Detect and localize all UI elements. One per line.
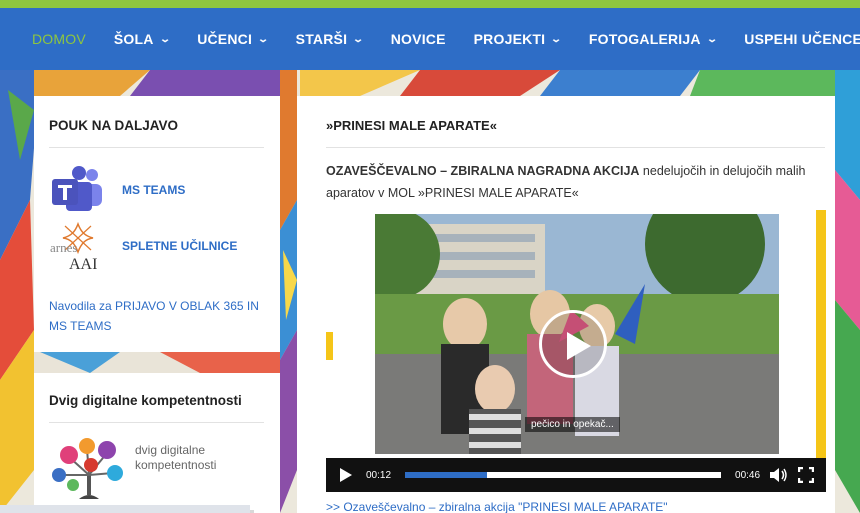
duration: 00:46 [735, 469, 761, 481]
nav-label: NOVICE [390, 31, 446, 47]
fullscreen-icon[interactable] [798, 467, 815, 483]
play-pause-button[interactable] [340, 468, 352, 482]
nav-item-sola[interactable]: ŠOLA ⌄ [113, 31, 171, 47]
chevron-down-icon: ⌄ [352, 33, 365, 45]
ms-teams-label[interactable]: MS TEAMS [122, 183, 185, 197]
article-link[interactable]: >> Ozaveščevalno – zbiralna akcija "PRIN… [326, 500, 668, 513]
yellow-accent-bar [816, 210, 826, 460]
main-navigation: DOMOV ŠOLA ⌄ UČENCI ⌄ STARŠI ⌄ NOVICE PROJE… [0, 8, 860, 70]
nav-item-projekti[interactable]: PROJEKTI ⌄ [473, 31, 563, 47]
nav-item-starsi[interactable]: STARŠI ⌄ [295, 31, 365, 47]
ddk-logo-link[interactable]: dvig digitalne kompetentnosti [49, 435, 264, 505]
spletne-ucilnice-label[interactable]: SPLETNE UČILNICE [122, 239, 237, 253]
nav-label: UČENCI [197, 31, 253, 47]
article-description: OZAVEŠČEVALNO – ZBIRALNA NAGRADNA AKCIJA… [326, 160, 825, 204]
ddk-logo-line2: kompetentnosti [135, 458, 217, 472]
video-player: pečico in opekač... 00:12 00:46 [326, 210, 826, 492]
widget-title: POUK NA DALJAVO [49, 118, 264, 148]
nav-label: ŠOLA [113, 31, 154, 47]
nav-item-fotogalerija[interactable]: FOTOGALERIJA ⌄ [588, 31, 718, 47]
video-caption: pečico in opekač... [525, 417, 620, 432]
ms-teams-link[interactable]: MS TEAMS [49, 164, 264, 216]
widget-pouk-na-daljavo: POUK NA DALJAVO MS TEAMS arnes AAI SPLET… [34, 96, 280, 352]
nav-label: FOTOGALERIJA [588, 31, 701, 47]
play-icon [567, 332, 591, 360]
arnes-aai-icon[interactable]: arnes AAI [49, 220, 107, 272]
video-frame[interactable]: pečico in opekač... [375, 214, 779, 454]
volume-icon[interactable] [770, 468, 788, 482]
article-description-bold: OZAVEŠČEVALNO – ZBIRALNA NAGRADNA AKCIJA [326, 164, 640, 178]
nav-label: DOMOV [32, 31, 86, 47]
status-bar-url [0, 505, 250, 513]
arnes-logo-text: arnes [50, 240, 77, 255]
nav-item-novice[interactable]: NOVICE [391, 31, 446, 47]
aai-logo-text: AAI [69, 256, 97, 272]
chevron-down-icon: ⌄ [705, 33, 718, 45]
chevron-down-icon: ⌄ [550, 33, 563, 45]
widget-title: Dvig digitalne kompetentnosti [49, 393, 264, 423]
nav-item-ucenci[interactable]: UČENCI ⌄ [197, 31, 270, 47]
widget-dvig-digitalne-kompetentnosti: Dvig digitalne kompetentnosti dvig digit [34, 373, 280, 513]
video-progress-fill [405, 472, 488, 478]
video-controls: 00:12 00:46 [326, 458, 826, 492]
yellow-accent-bar [326, 332, 333, 360]
nav-label: PROJEKTI [473, 31, 546, 47]
nav-label: STARŠI [295, 31, 348, 47]
top-accent-line [0, 0, 860, 8]
ddk-logo-line1: dvig digitalne [135, 443, 206, 457]
article-title: »PRINESI MALE APARATE« [326, 118, 825, 148]
sidebar: POUK NA DALJAVO MS TEAMS arnes AAI SPLET… [34, 96, 280, 513]
play-overlay-button[interactable] [539, 310, 607, 378]
chevron-down-icon: ⌄ [257, 33, 270, 45]
spletne-ucilnice-link[interactable]: arnes AAI SPLETNE UČILNICE [49, 220, 264, 272]
nav-item-uspehi-ucencev[interactable]: USPEHI UČENCEV⌄ [744, 31, 860, 47]
nav-item-domov[interactable]: DOMOV [32, 31, 86, 47]
office365-instructions-link[interactable]: Navodila za PRIJAVO V OBLAK 365 IN MS TE… [49, 296, 264, 336]
chevron-down-icon: ⌄ [158, 33, 171, 45]
main-content: »PRINESI MALE APARATE« OZAVEŠČEVALNO – Z… [297, 96, 835, 513]
nav-label: USPEHI UČENCEV [744, 31, 860, 47]
current-time: 00:12 [366, 469, 392, 481]
ms-teams-icon[interactable] [49, 164, 107, 216]
video-progress-slider[interactable] [405, 472, 722, 478]
digital-tree-icon [52, 438, 123, 499]
